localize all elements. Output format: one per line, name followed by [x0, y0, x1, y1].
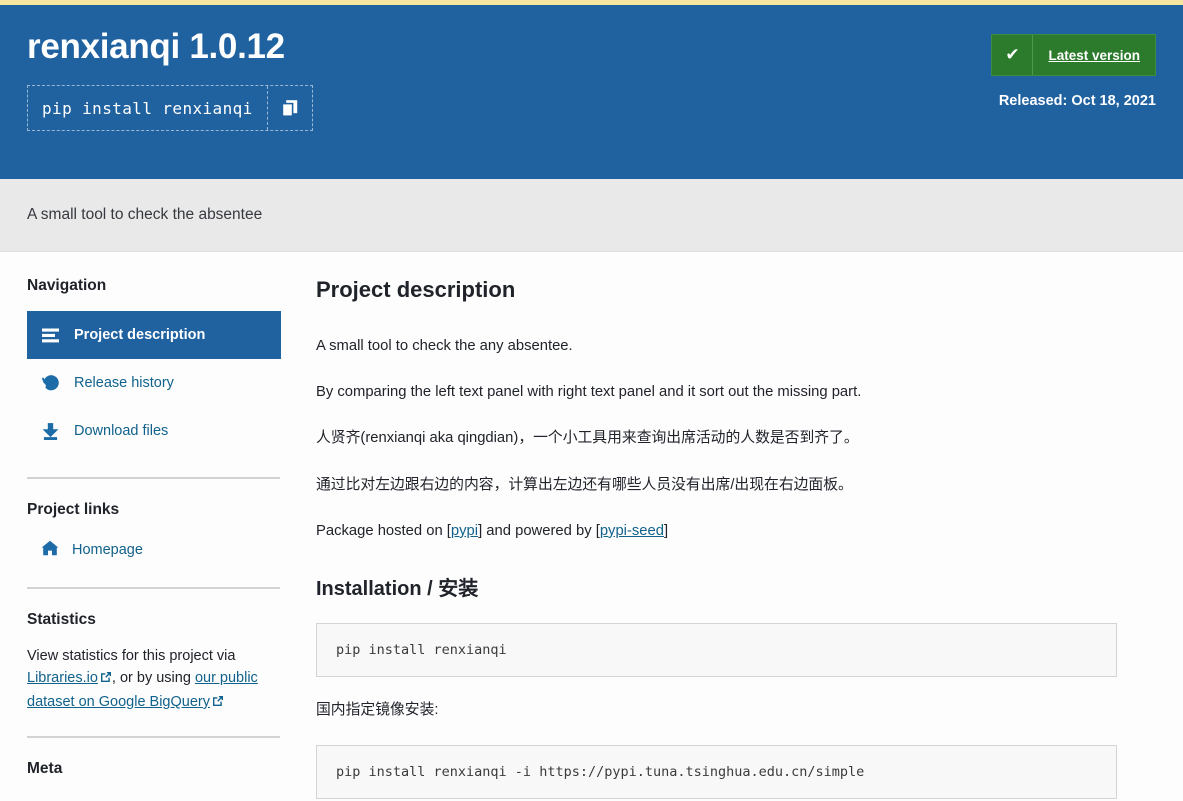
- external-link-icon: [212, 692, 224, 714]
- copy-icon[interactable]: [266, 86, 312, 131]
- page-layout: Navigation Project description Release h…: [0, 252, 1183, 800]
- status-badge[interactable]: ✔ Latest version: [991, 34, 1156, 76]
- navigation-heading: Navigation: [27, 277, 107, 294]
- released-date: Released: Oct 18, 2021: [998, 93, 1156, 109]
- pypi-link[interactable]: pypi: [451, 523, 478, 539]
- package-line-suffix: ]: [664, 522, 669, 539]
- pip-install-command: pip install renxianqi: [42, 98, 253, 118]
- project-banner: renxianqi 1.0.12 pip install renxianqi ✔…: [0, 5, 1183, 179]
- libraries-io-link[interactable]: Libraries.io: [27, 670, 98, 686]
- project-description-heading: Project description: [316, 277, 516, 302]
- install-code-block: pip install renxianqi: [316, 622, 1117, 677]
- history-icon: [41, 374, 60, 392]
- sidebar-item-project-description[interactable]: Project description: [27, 311, 281, 359]
- sidebar-item-label: Project description: [74, 327, 206, 343]
- pip-install-box: pip install renxianqi: [27, 85, 313, 132]
- sidebar-item-download-files[interactable]: Download files: [27, 407, 281, 455]
- mirror-install-code-block: pip install renxianqi -i https://pypi.tu…: [316, 745, 1117, 800]
- description-paragraph: A small tool to check the any absentee.: [316, 338, 573, 354]
- sidebar-divider: [27, 477, 280, 479]
- sidebar-item-label: Release history: [74, 375, 174, 391]
- description-paragraph: 通过比对左边跟右边的内容，计算出左边还有哪些人员没有出席/出现在右边面板。: [316, 476, 853, 493]
- home-icon: [41, 540, 59, 560]
- statistics-text: View statistics for this project via Lib…: [27, 645, 281, 714]
- package-hosted-line: Package hosted on [pypi] and powered by …: [316, 520, 1117, 542]
- mirror-note: 国内指定镜像安装:: [316, 701, 439, 718]
- statistics-lead: View statistics for this project via: [27, 648, 236, 664]
- align-left-icon: [41, 328, 60, 343]
- page-title: renxianqi 1.0.12: [27, 27, 285, 66]
- project-links-heading: Project links: [27, 501, 120, 518]
- description-paragraph: 人贤齐(renxianqi aka qingdian)，一个小工具用来查询出席活…: [316, 430, 859, 447]
- sidebar-divider: [27, 587, 280, 589]
- sidebar-item-release-history[interactable]: Release history: [27, 359, 281, 407]
- package-line-prefix: Package hosted on [: [316, 522, 451, 539]
- main-content: Project description A small tool to chec…: [308, 252, 1183, 800]
- project-summary: A small tool to check the absentee: [27, 206, 263, 223]
- package-line-mid: ] and powered by [: [478, 522, 600, 539]
- project-summary-bar: A small tool to check the absentee: [0, 179, 1183, 252]
- latest-version-link[interactable]: Latest version: [1033, 35, 1155, 75]
- external-link-icon: [100, 668, 112, 690]
- copy-icon-glyph: [281, 99, 297, 117]
- check-icon: ✔: [992, 35, 1034, 75]
- statistics-mid: , or by using: [111, 670, 195, 687]
- sidebar: Navigation Project description Release h…: [0, 252, 308, 799]
- download-icon: [41, 422, 60, 440]
- statistics-heading: Statistics: [27, 611, 96, 628]
- version-badge-wrap: ✔ Latest version Released: Oct 18, 2021: [991, 34, 1156, 109]
- pypi-seed-link[interactable]: pypi-seed: [600, 523, 664, 539]
- project-link-label: Homepage: [72, 542, 143, 558]
- sidebar-item-label: Download files: [74, 423, 169, 439]
- description-paragraph: By comparing the left text panel with ri…: [316, 384, 862, 401]
- installation-heading: Installation / 安装: [316, 577, 479, 600]
- project-link-homepage[interactable]: Homepage: [27, 535, 281, 565]
- sidebar-divider: [27, 736, 280, 739]
- meta-heading: Meta: [27, 760, 63, 778]
